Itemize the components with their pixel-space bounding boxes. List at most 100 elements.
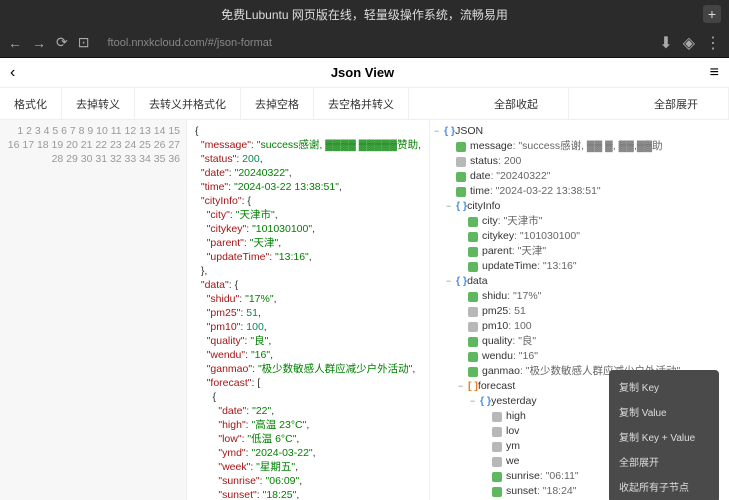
tree-value: : "良"	[512, 334, 536, 349]
type-icon	[468, 247, 478, 257]
tree-row[interactable]: −{ } JSON	[434, 124, 725, 139]
tree-row[interactable]: pm10 : 100	[434, 319, 725, 334]
type-icon	[456, 157, 466, 167]
menu-icon[interactable]: ⋮	[705, 33, 721, 53]
tree-row[interactable]: message : "success感谢, ▓▓ ▓, ▓▓,▓▓助	[434, 139, 725, 154]
back-button[interactable]: ←	[8, 35, 22, 51]
main-panes: 1 2 3 4 5 6 7 8 9 10 11 12 13 14 15 16 1…	[0, 120, 729, 500]
shield-icon[interactable]: ◈	[683, 33, 695, 53]
tree-key: high	[506, 409, 526, 424]
new-tab-button[interactable]: +	[703, 5, 721, 23]
tree-key: forecast	[478, 379, 515, 394]
tree-row[interactable]: parent : "天津"	[434, 244, 725, 259]
tree-value: : 51	[508, 304, 526, 319]
format-button[interactable]: 格式化	[0, 88, 62, 119]
tree-value: : "success感谢, ▓▓ ▓, ▓▓,▓▓助	[513, 139, 663, 154]
type-icon	[492, 412, 502, 422]
reload-button[interactable]: ⟳	[56, 34, 68, 51]
tree-value: : "13:16"	[537, 259, 577, 274]
tree-toggle[interactable]: −	[446, 274, 456, 289]
tab-title: 免费Lubuntu 网页版在线，轻量级操作系统，流畅易用	[221, 6, 508, 23]
tree-value: : "17%"	[507, 289, 541, 304]
url-bar[interactable]: ftool.nnxkcloud.com/#/json-format	[99, 37, 649, 49]
type-icon	[468, 367, 478, 377]
tree-key: we	[506, 454, 519, 469]
tree-key: updateTime	[482, 259, 537, 274]
type-icon	[492, 427, 502, 437]
tree-value: : "101030100"	[514, 229, 580, 244]
tree-row[interactable]: date : "20240322"	[434, 169, 725, 184]
code-body[interactable]: { "message": "success感谢, ▓▓▓▓ ▓▓▓▓▓赞助, "…	[187, 120, 429, 500]
tree-toggle[interactable]: −	[458, 379, 468, 394]
unescape-button[interactable]: 去掉转义	[62, 88, 135, 119]
ctx-expand-all[interactable]: 全部展开	[609, 449, 719, 474]
tree-toggle[interactable]: −	[470, 394, 480, 409]
browser-tab-bar: 免费Lubuntu 网页版在线，轻量级操作系统，流畅易用 +	[0, 0, 729, 28]
object-icon: { }	[456, 274, 467, 289]
tree-key: time	[470, 184, 490, 199]
type-icon	[492, 442, 502, 452]
tree-key: lov	[506, 424, 519, 439]
code-editor[interactable]: 1 2 3 4 5 6 7 8 9 10 11 12 13 14 15 16 1…	[0, 120, 429, 500]
tree-key: sunset	[506, 484, 537, 499]
tree-key: quality	[482, 334, 512, 349]
tree-key: ganmao	[482, 364, 520, 379]
download-icon[interactable]: ⬇	[659, 33, 672, 53]
app-header: ‹ Json View ≡	[0, 58, 729, 88]
tree-value: : "20240322"	[490, 169, 550, 184]
type-icon	[492, 487, 502, 497]
type-icon	[492, 457, 502, 467]
tree-value: : 200	[498, 154, 521, 169]
context-menu: 复制 Key 复制 Value 复制 Key + Value 全部展开 收起所有…	[609, 370, 719, 500]
collapse-all-button[interactable]: 全部收起	[464, 88, 569, 119]
trim-space-button[interactable]: 去掉空格	[241, 88, 314, 119]
ctx-copy-key[interactable]: 复制 Key	[609, 374, 719, 399]
ctx-collapse-children[interactable]: 收起所有子节点	[609, 474, 719, 499]
tree-value: : "2024-03-22 13:38:51"	[490, 184, 601, 199]
tree-row[interactable]: citykey : "101030100"	[434, 229, 725, 244]
tree-row[interactable]: updateTime : "13:16"	[434, 259, 725, 274]
object-icon: { }	[456, 199, 467, 214]
tree-key: pm10	[482, 319, 508, 334]
tree-row[interactable]: pm25 : 51	[434, 304, 725, 319]
tree-value: : 100	[508, 319, 531, 334]
unescape-format-button[interactable]: 去转义并格式化	[135, 88, 241, 119]
json-tree[interactable]: −{ } JSONmessage : "success感谢, ▓▓ ▓, ▓▓,…	[429, 120, 729, 500]
array-icon: [ ]	[468, 379, 478, 394]
tree-row[interactable]: −{ } data	[434, 274, 725, 289]
tree-key: wendu	[482, 349, 513, 364]
line-gutter: 1 2 3 4 5 6 7 8 9 10 11 12 13 14 15 16 1…	[0, 120, 187, 500]
tree-toggle[interactable]: −	[434, 124, 444, 139]
tree-key: shidu	[482, 289, 507, 304]
lock-icon: ⊡	[78, 34, 90, 51]
type-icon	[492, 472, 502, 482]
type-icon	[468, 232, 478, 242]
tree-row[interactable]: status : 200	[434, 154, 725, 169]
app-content: ‹ Json View ≡ 格式化 去掉转义 去转义并格式化 去掉空格 去空格并…	[0, 58, 729, 500]
forward-button[interactable]: →	[32, 35, 46, 51]
tree-row[interactable]: city : "天津市"	[434, 214, 725, 229]
tree-value: : "16"	[513, 349, 538, 364]
tree-key: pm25	[482, 304, 508, 319]
tree-row[interactable]: wendu : "16"	[434, 349, 725, 364]
tree-row[interactable]: time : "2024-03-22 13:38:51"	[434, 184, 725, 199]
ctx-copy-kv[interactable]: 复制 Key + Value	[609, 424, 719, 449]
browser-toolbar: ← → ⟳ ⊡ ftool.nnxkcloud.com/#/json-forma…	[0, 28, 729, 58]
tree-row[interactable]: quality : "良"	[434, 334, 725, 349]
tree-key: ym	[506, 439, 520, 454]
tree-toggle[interactable]: −	[446, 199, 456, 214]
header-menu-icon[interactable]: ≡	[710, 64, 719, 82]
ctx-copy-value[interactable]: 复制 Value	[609, 399, 719, 424]
type-icon	[468, 307, 478, 317]
object-icon: { }	[480, 394, 491, 409]
tree-key: city	[482, 214, 498, 229]
trim-space-unescape-button[interactable]: 去空格并转义	[314, 88, 409, 119]
tree-key: parent	[482, 244, 512, 259]
tree-row[interactable]: shidu : "17%"	[434, 289, 725, 304]
type-icon	[468, 352, 478, 362]
tree-key: JSON	[455, 124, 483, 139]
tree-key: yesterday	[491, 394, 537, 409]
page-title: Json View	[15, 65, 709, 80]
tree-row[interactable]: −{ } cityInfo	[434, 199, 725, 214]
expand-all-button[interactable]: 全部展开	[624, 88, 729, 119]
